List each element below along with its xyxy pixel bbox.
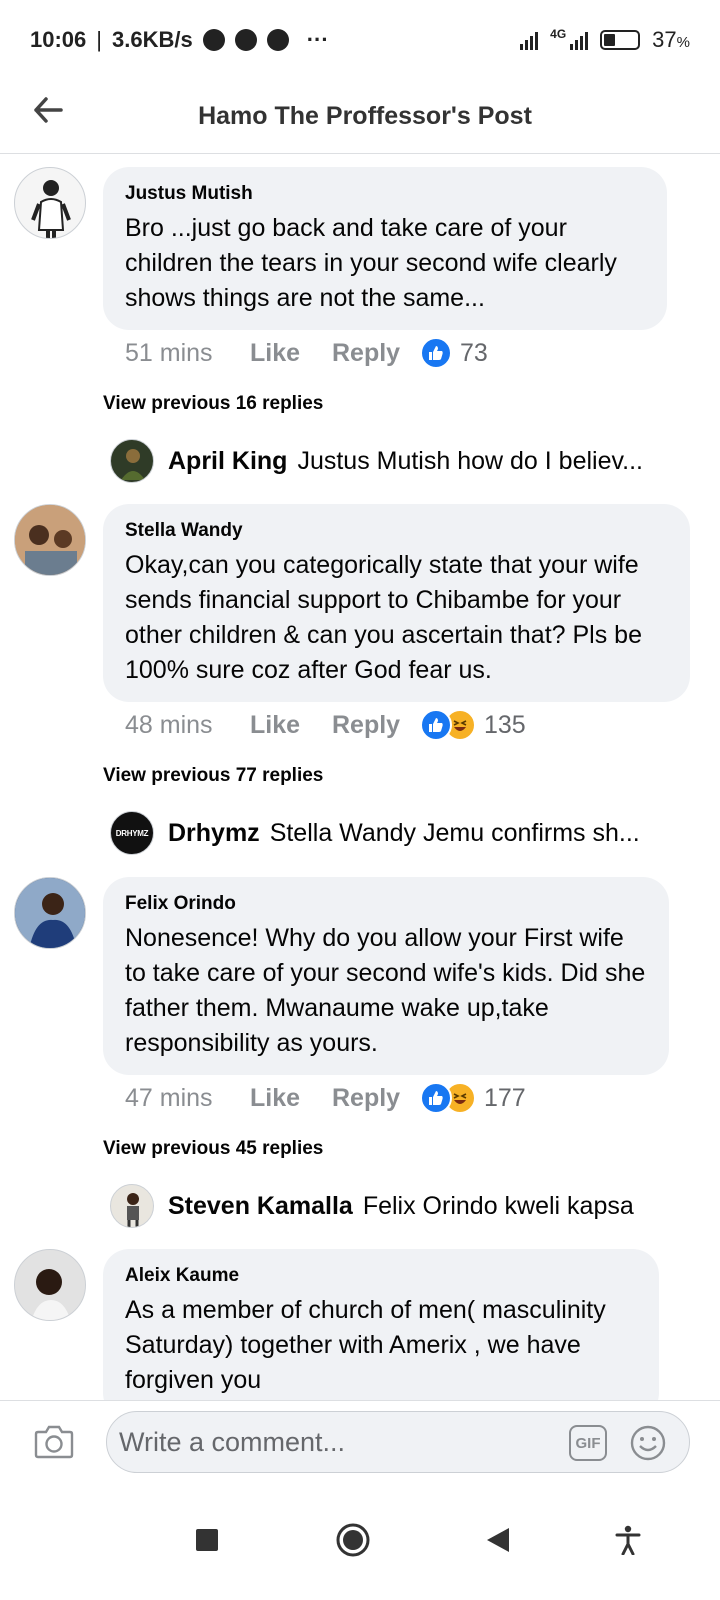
like-reaction-icon [420, 1082, 452, 1114]
system-nav-bar [0, 1482, 720, 1600]
like-reaction-icon [420, 709, 452, 741]
avatar[interactable] [14, 1249, 86, 1321]
latest-reply[interactable]: Steven Kamalla Felix Orindo kweli kapsa [110, 1184, 710, 1228]
signal-icon-2 [570, 30, 589, 50]
reactions-summary[interactable]: 73 [420, 337, 488, 369]
comment-input[interactable]: Write a comment... GIF [106, 1411, 690, 1473]
battery-icon [600, 30, 641, 50]
avatar[interactable] [14, 877, 86, 949]
reply-avatar[interactable] [110, 439, 154, 483]
chrome-icon [234, 29, 257, 51]
accessibility-icon [615, 1525, 641, 1555]
reply-avatar-logo: DRHYMZ [115, 828, 149, 838]
comment-actions: 48 mins Like Reply 135 [125, 709, 526, 741]
reply-avatar[interactable]: DRHYMZ [110, 811, 154, 855]
status-right: 4G 37% [520, 27, 690, 53]
comment-actions: 51 mins Like Reply 73 [125, 337, 488, 369]
like-reaction-icon [420, 337, 452, 369]
back-button[interactable] [28, 90, 68, 130]
network-type: 4G [550, 27, 567, 41]
like-button[interactable]: Like [250, 711, 332, 740]
view-previous-replies[interactable]: View previous 77 replies [103, 765, 323, 787]
reactions-summary[interactable]: 135 [420, 709, 526, 741]
emoji-icon[interactable] [629, 1424, 667, 1462]
status-left: 10:06 | 3.6KB/s ··· [30, 27, 329, 53]
more-notifications: ··· [306, 27, 329, 52]
signal-icon [520, 30, 539, 50]
view-previous-replies[interactable]: View previous 45 replies [103, 1138, 323, 1160]
comment-bubble[interactable]: Aleix Kaume As a member of church of men… [103, 1249, 659, 1400]
page-title: Hamo The Proffessor's Post [198, 102, 532, 130]
arrow-left-icon [34, 97, 63, 123]
reply-button[interactable]: Reply [332, 1084, 420, 1113]
status-bar: 10:06 | 3.6KB/s ··· 4G 37% [0, 0, 720, 80]
notification-icon [202, 29, 225, 51]
triangle-back-icon [487, 1528, 509, 1552]
comment-text: As a member of church of men( masculinit… [125, 1296, 606, 1394]
latest-reply[interactable]: DRHYMZ Drhymz Stella Wandy Jemu confirms … [110, 811, 710, 855]
comment-time[interactable]: 51 mins [125, 339, 250, 368]
accessibility-button[interactable] [598, 1510, 658, 1570]
comments-feed[interactable]: Justus Mutish Bro ...just go back and ta… [0, 154, 720, 1400]
reply-button[interactable]: Reply [332, 339, 420, 368]
reply-author[interactable]: Steven Kamalla [168, 1192, 353, 1220]
reply-text: Steven Kamalla Felix Orindo kweli kapsa [168, 1192, 708, 1221]
home-button[interactable] [323, 1510, 383, 1570]
comment-author[interactable]: Stella Wandy [125, 520, 668, 542]
circle-icon [336, 1523, 370, 1557]
reply-text: April King Justus Mutish how do I believ.… [168, 447, 708, 476]
reply-snippet: Felix Orindo kweli kapsa [362, 1191, 634, 1220]
reaction-count: 135 [484, 710, 526, 739]
comment-author[interactable]: Aleix Kaume [125, 1265, 637, 1287]
chrome-icon-2 [266, 29, 289, 51]
comment-time[interactable]: 48 mins [125, 711, 250, 740]
reply-author[interactable]: Drhymz [168, 819, 260, 847]
square-icon [196, 1529, 218, 1551]
comment-author[interactable]: Felix Orindo [125, 893, 647, 915]
comment-text: Bro ...just go back and take care of you… [125, 214, 617, 312]
comment-placeholder: Write a comment... [119, 1426, 346, 1457]
comment-text: Nonesence! Why do you allow your First w… [125, 924, 646, 1057]
view-previous-replies[interactable]: View previous 16 replies [103, 393, 323, 415]
comment-text: Okay,can you categorically state that yo… [125, 551, 642, 684]
battery-percent: 37% [652, 27, 690, 52]
gif-button[interactable]: GIF [569, 1425, 607, 1461]
reply-button[interactable]: Reply [332, 711, 420, 740]
reaction-count: 73 [460, 338, 488, 367]
status-separator: | [96, 27, 102, 52]
comment-bubble[interactable]: Justus Mutish Bro ...just go back and ta… [103, 167, 667, 330]
like-button[interactable]: Like [250, 1084, 332, 1113]
recent-apps-button[interactable] [177, 1510, 237, 1570]
comment-author[interactable]: Justus Mutish [125, 183, 645, 205]
reply-snippet: Justus Mutish how do I believ... [297, 446, 643, 475]
reply-text: Drhymz Stella Wandy Jemu confirms sh... [168, 819, 708, 848]
avatar[interactable] [14, 167, 86, 239]
comment-bubble[interactable]: Felix Orindo Nonesence! Why do you allow… [103, 877, 669, 1075]
status-speed: 3.6KB/s [112, 27, 193, 52]
reactions-summary[interactable]: 177 [420, 1082, 526, 1114]
comment-actions: 47 mins Like Reply 177 [125, 1082, 526, 1114]
reply-author[interactable]: April King [168, 447, 287, 475]
comment-time[interactable]: 47 mins [125, 1084, 250, 1113]
post-header: Hamo The Proffessor's Post [0, 80, 720, 154]
reaction-count: 177 [484, 1083, 526, 1112]
status-time: 10:06 [30, 27, 87, 52]
latest-reply[interactable]: April King Justus Mutish how do I believ.… [110, 439, 710, 483]
avatar[interactable] [14, 504, 86, 576]
reply-snippet: Stella Wandy Jemu confirms sh... [269, 818, 640, 847]
camera-icon[interactable] [34, 1423, 74, 1461]
reply-avatar[interactable] [110, 1184, 154, 1228]
back-nav-button[interactable] [468, 1510, 528, 1570]
like-button[interactable]: Like [250, 339, 332, 368]
comment-bubble[interactable]: Stella Wandy Okay,can you categorically … [103, 504, 690, 702]
comment-composer: Write a comment... GIF [0, 1400, 720, 1482]
